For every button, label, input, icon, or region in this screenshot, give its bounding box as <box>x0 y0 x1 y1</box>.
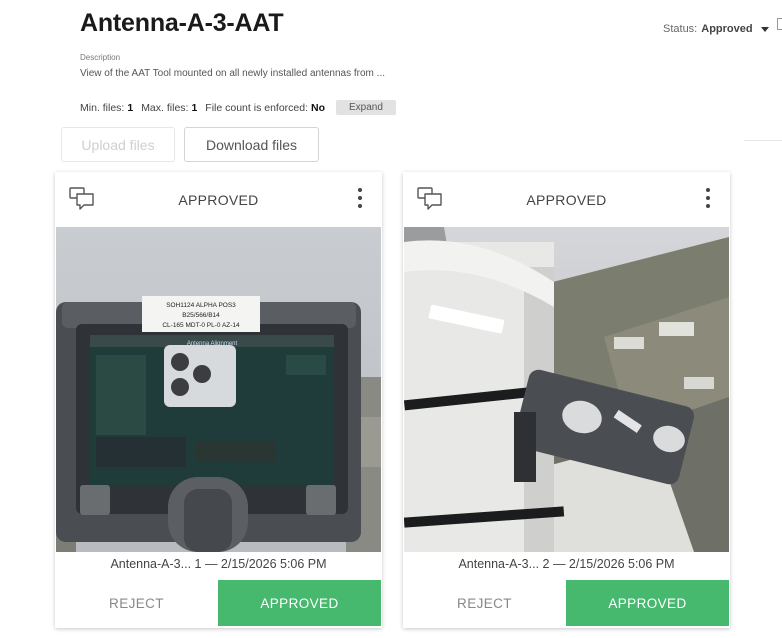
file-card: APPROVED Antenna Alignment SOH1124 ALPHA… <box>55 172 382 628</box>
card-status: APPROVED <box>526 191 607 208</box>
max-files-label: Max. files: <box>141 101 189 114</box>
page-title: Antenna-A-3-AAT <box>80 9 284 37</box>
card-actions: REJECT APPROVED <box>55 580 382 626</box>
min-files-label: Min. files: <box>80 101 125 114</box>
photo-thumbnail[interactable] <box>404 227 729 552</box>
comment-icon[interactable] <box>417 187 443 216</box>
status-value: Approved <box>701 23 753 35</box>
status-dropdown[interactable]: Status: Approved <box>663 23 769 35</box>
upload-files-button[interactable]: Upload files <box>61 127 175 162</box>
card-header: APPROVED <box>55 172 382 227</box>
download-files-button[interactable]: Download files <box>184 127 319 162</box>
divider <box>744 140 782 141</box>
photo-thumbnail[interactable]: Antenna Alignment SOH1124 ALPHA POS3 B25… <box>56 227 381 552</box>
approve-button[interactable]: APPROVED <box>566 580 729 626</box>
more-vertical-icon[interactable] <box>358 188 362 208</box>
caret-down-icon <box>760 26 769 32</box>
card-header: APPROVED <box>403 172 730 227</box>
reject-button[interactable]: REJECT <box>403 580 566 626</box>
file-caption: Antenna-A-3... 2 — 2/15/2026 5:06 PM <box>458 557 675 571</box>
photo-label-line: SOH1124 ALPHA POS3 <box>166 302 236 309</box>
description-text: View of the AAT Tool mounted on all newl… <box>80 68 385 79</box>
more-vertical-icon[interactable] <box>706 188 710 208</box>
file-card: APPROVED Antenna-A-3... 2 — 2/15/2026 5:… <box>403 172 730 628</box>
card-actions: REJECT APPROVED <box>403 580 730 626</box>
reject-button[interactable]: REJECT <box>55 580 218 626</box>
enforced-value: No <box>311 101 326 114</box>
panel-edge-icon <box>777 18 782 30</box>
min-files-value: 1 <box>127 101 134 114</box>
description-label: Description <box>80 53 121 62</box>
photo-label-line: B25/566/B14 <box>182 312 220 319</box>
file-caption: Antenna-A-3... 1 — 2/15/2026 5:06 PM <box>110 557 327 571</box>
card-status: APPROVED <box>178 191 259 208</box>
file-requirements: Min. files: 1 Max. files: 1 File count i… <box>80 100 396 115</box>
photo-label-line: CL-165 MDT-0 PL-0 AZ-14 <box>162 322 240 329</box>
comment-icon[interactable] <box>69 187 95 216</box>
status-label: Status: <box>663 23 698 35</box>
max-files-value: 1 <box>191 101 198 114</box>
expand-button[interactable]: Expand <box>336 100 396 115</box>
approve-button[interactable]: APPROVED <box>218 580 381 626</box>
enforced-label: File count is enforced: <box>205 101 309 114</box>
